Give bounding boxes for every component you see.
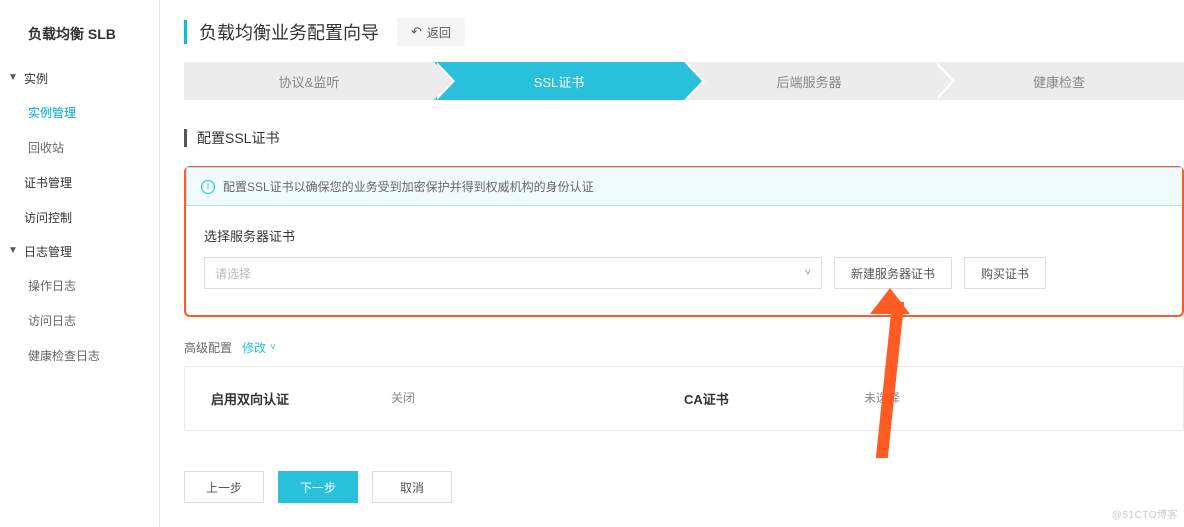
- advanced-row: 高级配置 修改 ˅: [184, 339, 1184, 356]
- nav-group-logs: ▼ 日志管理 操作日志 访问日志 健康检查日志: [0, 235, 159, 373]
- sidebar-item-access-control[interactable]: 访问控制: [0, 200, 159, 235]
- chevron-down-icon: ˅: [270, 342, 276, 353]
- next-button[interactable]: 下一步: [278, 471, 358, 503]
- nav-group-header-instance[interactable]: ▼ 实例: [0, 62, 159, 95]
- chevron-down-icon: ˅: [805, 267, 811, 279]
- cancel-button[interactable]: 取消: [372, 471, 452, 503]
- caret-down-icon: ▼: [8, 245, 20, 256]
- sidebar-item-op-log[interactable]: 操作日志: [0, 268, 159, 303]
- nav-group-label: 日志管理: [24, 243, 72, 260]
- wizard-footer: 上一步 下一步 取消: [184, 471, 1184, 503]
- info-icon: i: [201, 180, 215, 194]
- kv-mutual-auth: 启用双向认证 关闭: [211, 389, 684, 408]
- content: 协议&监听 SSL证书 后端服务器 健康检查 配置SSL证书 i 配置SSL证书…: [160, 62, 1184, 503]
- sidebar-item-cert-mgmt[interactable]: 证书管理: [0, 165, 159, 200]
- kv-key: 启用双向认证: [211, 389, 391, 408]
- advanced-modify-link[interactable]: 修改 ˅: [242, 339, 276, 356]
- new-cert-button[interactable]: 新建服务器证书: [834, 257, 952, 289]
- kv-val: 关闭: [391, 389, 415, 408]
- step-health[interactable]: 健康检查: [934, 62, 1184, 100]
- info-banner: i 配置SSL证书以确保您的业务受到加密保护并得到权威机构的身份认证: [186, 167, 1182, 206]
- step-ssl-cert[interactable]: SSL证书: [434, 62, 684, 100]
- sidebar-item-health-log[interactable]: 健康检查日志: [0, 338, 159, 373]
- kv-ca-cert: CA证书 未选择: [684, 389, 1157, 408]
- highlight-annotation-box: i 配置SSL证书以确保您的业务受到加密保护并得到权威机构的身份认证 选择服务器…: [184, 166, 1184, 317]
- cert-select-placeholder: 请选择: [215, 265, 251, 282]
- page-title: 负载均衡业务配置向导: [199, 19, 379, 45]
- section-title: 配置SSL证书: [197, 128, 279, 148]
- prev-button[interactable]: 上一步: [184, 471, 264, 503]
- page-header: 负载均衡业务配置向导 ↶ 返回: [160, 0, 1184, 62]
- advanced-link-text: 修改: [242, 339, 266, 356]
- watermark: @51CTO博客: [1112, 506, 1178, 521]
- cert-field-label: 选择服务器证书: [204, 226, 1164, 245]
- nav-group-header-logs[interactable]: ▼ 日志管理: [0, 235, 159, 268]
- advanced-summary-box: 启用双向认证 关闭 CA证书 未选择: [184, 366, 1184, 431]
- nav-group-instance: ▼ 实例 实例管理 回收站: [0, 62, 159, 165]
- header-accent-bar: [184, 20, 187, 44]
- back-button-label: 返回: [427, 24, 451, 41]
- step-protocol[interactable]: 协议&监听: [184, 62, 434, 100]
- info-banner-text: 配置SSL证书以确保您的业务受到加密保护并得到权威机构的身份认证: [223, 178, 594, 195]
- ssl-section: 配置SSL证书 i 配置SSL证书以确保您的业务受到加密保护并得到权威机构的身份…: [184, 128, 1184, 503]
- cert-field-row: 请选择 ˅ 新建服务器证书 购买证书: [204, 257, 1164, 289]
- section-accent-bar: [184, 129, 187, 147]
- kv-key: CA证书: [684, 389, 864, 408]
- section-header: 配置SSL证书: [184, 128, 1184, 148]
- back-button[interactable]: ↶ 返回: [397, 18, 465, 46]
- kv-val: 未选择: [864, 389, 900, 408]
- main: 负载均衡业务配置向导 ↶ 返回 协议&监听 SSL证书 后端服务器 健康检查 配…: [160, 0, 1184, 527]
- sidebar-item-access-log[interactable]: 访问日志: [0, 303, 159, 338]
- advanced-label: 高级配置: [184, 339, 232, 356]
- step-backend[interactable]: 后端服务器: [684, 62, 934, 100]
- undo-icon: ↶: [411, 24, 422, 40]
- caret-down-icon: ▼: [8, 72, 20, 83]
- step-bar: 协议&监听 SSL证书 后端服务器 健康检查: [184, 62, 1184, 100]
- sidebar-item-recycle[interactable]: 回收站: [0, 130, 159, 165]
- cert-select[interactable]: 请选择 ˅: [204, 257, 822, 289]
- sidebar-title: 负载均衡 SLB: [0, 10, 159, 62]
- nav-group-label: 实例: [24, 70, 48, 87]
- sidebar-item-instance-mgmt[interactable]: 实例管理: [0, 95, 159, 130]
- buy-cert-button[interactable]: 购买证书: [964, 257, 1046, 289]
- sidebar: 负载均衡 SLB ▼ 实例 实例管理 回收站 证书管理 访问控制 ▼ 日志管理 …: [0, 0, 160, 527]
